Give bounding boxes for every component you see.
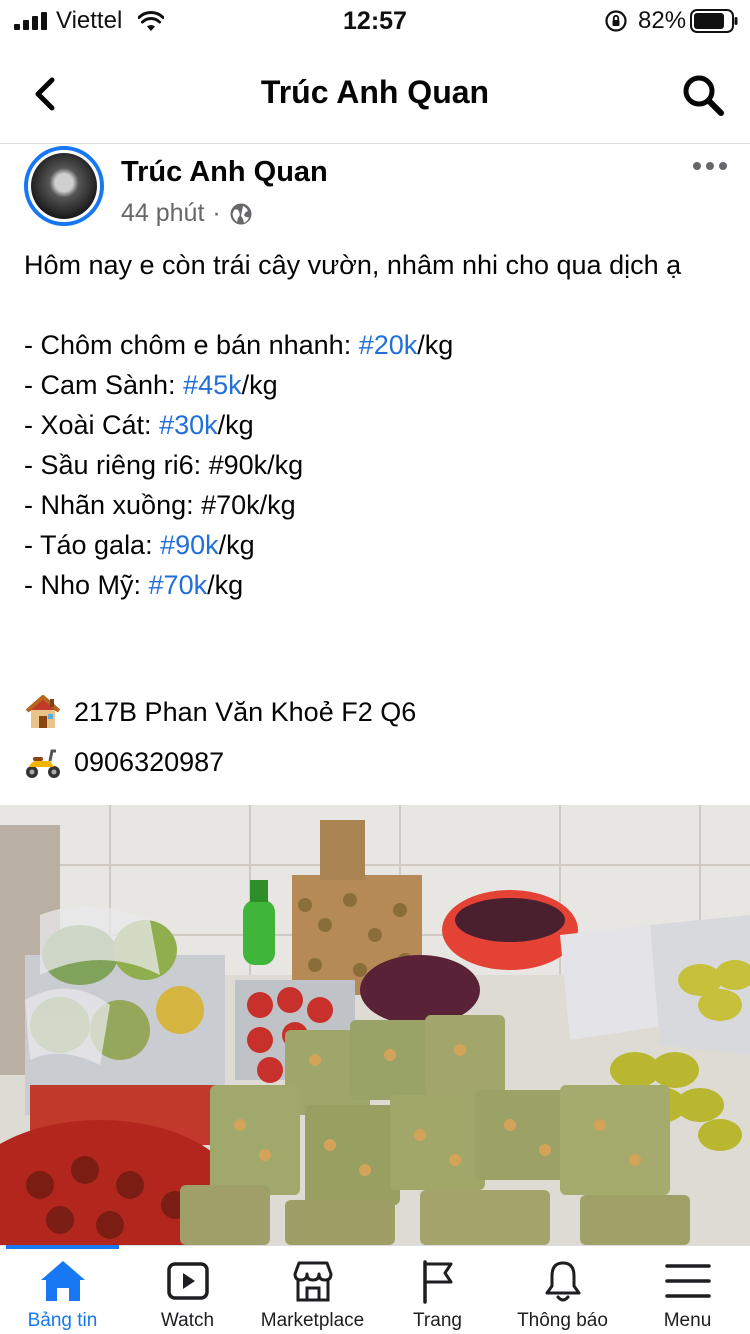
price-item: - Nho Mỹ: #70k/kg — [24, 570, 244, 600]
status-bar: Viettel 12:57 82% — [0, 0, 750, 44]
bell-icon — [545, 1261, 580, 1302]
tab-marketplace[interactable]: Marketplace — [250, 1246, 375, 1334]
post-time[interactable]: 44 phút — [121, 199, 204, 228]
price-item: - Sầu riêng ri6: #90k/kg — [24, 450, 304, 480]
price-item: - Cam Sành: #45k/kg — [24, 370, 278, 400]
search-icon[interactable] — [680, 72, 726, 118]
home-icon — [40, 1261, 85, 1301]
post-author[interactable]: Trúc Anh Quan — [121, 156, 328, 189]
house-emoji-icon — [25, 695, 61, 728]
tab-label: Thông báo — [517, 1310, 608, 1331]
watch-icon — [166, 1262, 209, 1300]
tab-label: Trang — [413, 1310, 462, 1331]
hashtag-link[interactable]: #45k — [183, 370, 242, 400]
bottom-tab-bar: Bảng tin Watch Marketplace Trang Thông b… — [0, 1245, 750, 1334]
tab-label: Marketplace — [260, 1310, 365, 1331]
tab-label: Bảng tin — [27, 1310, 98, 1331]
nav-header: Trúc Anh Quan — [0, 44, 750, 144]
phone-line: 0906320987 — [24, 743, 224, 781]
marketplace-icon — [293, 1261, 332, 1302]
tab-watch[interactable]: Watch — [125, 1246, 250, 1334]
price-item: - Táo gala: #90k/kg — [24, 530, 255, 560]
hashtag-link[interactable]: #70k — [149, 570, 208, 600]
scooter-emoji-icon — [26, 749, 60, 778]
price-item: - Nhãn xuồng: #70k/kg — [24, 490, 296, 520]
avatar[interactable] — [24, 146, 104, 226]
rotation-lock-icon — [605, 10, 627, 32]
fruit-photo-image — [0, 805, 750, 1245]
post-meta: 44 phút · — [121, 199, 253, 228]
battery-percent: 82% — [638, 7, 687, 34]
address-line: 217B Phan Văn Khoẻ F2 Q6 — [24, 693, 416, 731]
price-item: - Chôm chôm e bán nhanh: #20k/kg — [24, 330, 454, 360]
battery-icon — [690, 9, 738, 33]
address-text: 217B Phan Văn Khoẻ F2 Q6 — [74, 696, 417, 727]
hashtag-link[interactable]: #90k — [160, 530, 219, 560]
tab-menu[interactable]: Menu — [625, 1246, 750, 1334]
active-tab-indicator — [6, 1245, 119, 1249]
tab-news-feed[interactable]: Bảng tin — [0, 1246, 125, 1334]
tab-notifications[interactable]: Thông báo — [500, 1246, 625, 1334]
price-item: - Xoài Cát: #30k/kg — [24, 410, 254, 440]
tab-label: Watch — [160, 1310, 215, 1331]
post-body: Hôm nay e còn trái cây vườn, nhâm nhi ch… — [24, 245, 724, 605]
tab-label: Menu — [663, 1310, 712, 1331]
page-title: Trúc Anh Quan — [260, 74, 490, 110]
flag-icon — [422, 1260, 452, 1304]
hashtag-link[interactable]: #20k — [359, 330, 418, 360]
avatar-image — [31, 153, 97, 219]
globe-icon — [230, 203, 252, 224]
post-photo[interactable] — [0, 805, 750, 1245]
menu-icon — [664, 1264, 711, 1298]
tab-pages[interactable]: Trang — [375, 1246, 500, 1334]
phone-number[interactable]: 0906320987 — [74, 747, 224, 778]
more-options-icon[interactable] — [692, 158, 728, 174]
meta-separator: · — [212, 199, 221, 227]
post-intro: Hôm nay e còn trái cây vườn, nhâm nhi ch… — [24, 250, 682, 280]
hashtag-link[interactable]: #30k — [159, 410, 218, 440]
